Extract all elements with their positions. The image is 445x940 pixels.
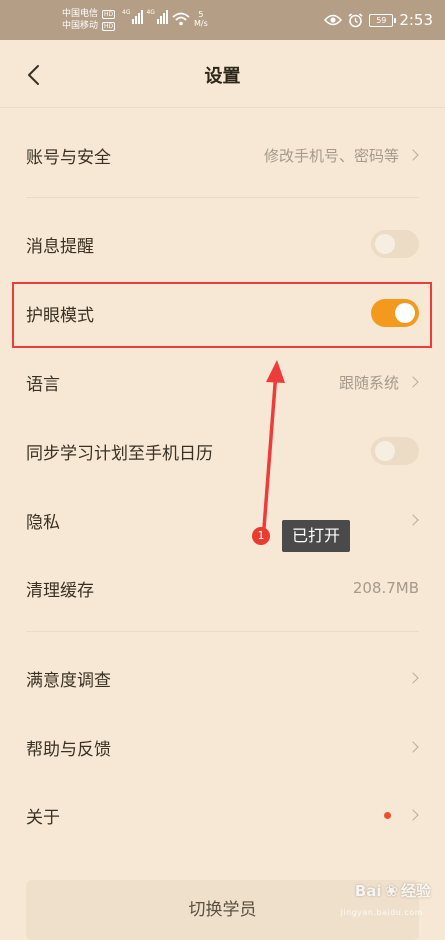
- watermark-brand-2: 经验: [400, 882, 431, 900]
- annotation-number-badge: 1: [252, 527, 270, 545]
- baidu-watermark: Bai ❀ 经验: [355, 880, 431, 901]
- paw-icon: ❀: [384, 881, 398, 900]
- watermark-url: jingyan.baidu.com: [340, 908, 423, 917]
- annotation-label: 已打开: [282, 520, 351, 552]
- annotation-callout: 1 已打开: [252, 520, 351, 552]
- annotation-arrow: [262, 360, 285, 530]
- watermark-brand: Bai: [354, 881, 382, 900]
